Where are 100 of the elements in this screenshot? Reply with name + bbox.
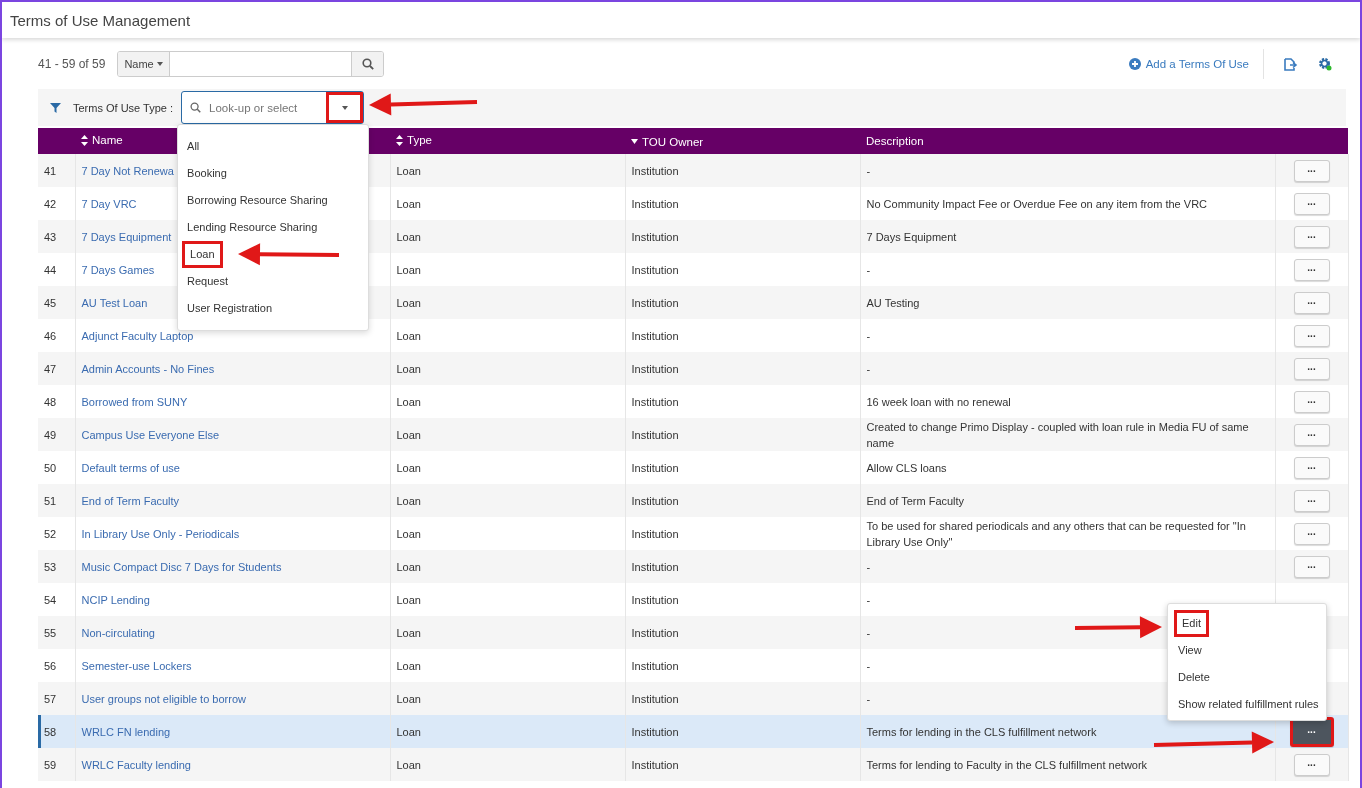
name-link[interactable]: WRLC FN lending xyxy=(81,725,171,738)
name-link[interactable]: NCIP Lending xyxy=(81,593,150,606)
row-actions-button[interactable]: ... xyxy=(1293,753,1330,776)
row-number: 48 xyxy=(44,395,57,408)
table-cell: Loan xyxy=(396,164,421,177)
table-cell: Loan xyxy=(396,659,421,672)
row-actions-button[interactable]: ... xyxy=(1293,555,1330,578)
row-number: 54 xyxy=(44,593,57,606)
row-number: 53 xyxy=(44,560,57,573)
row-number: 42 xyxy=(44,197,57,210)
dropdown-option[interactable]: All xyxy=(182,133,205,160)
name-link[interactable]: AU Test Loan xyxy=(81,296,148,309)
row-actions-button[interactable]: ... xyxy=(1293,489,1330,512)
name-link[interactable]: 7 Day Not Renewa xyxy=(81,164,174,177)
row-actions-button[interactable]: ... xyxy=(1293,324,1330,347)
table-cell: Loan xyxy=(396,395,421,408)
table-cell: Terms for lending to Faculty in the CLS fulfillment network xyxy=(866,758,1148,771)
table-cell: Institution xyxy=(631,296,679,309)
name-link[interactable]: End of Term Faculty xyxy=(81,494,180,507)
row-actions-button[interactable]: ... xyxy=(1293,159,1330,182)
menu-item[interactable]: Edit xyxy=(1174,610,1209,637)
row-actions-button[interactable]: ... xyxy=(1293,456,1330,479)
table-cell: Loan xyxy=(396,362,421,375)
add-link[interactable]: Add a Terms Of Use xyxy=(1128,58,1249,70)
name-link[interactable]: Adjunct Faculty Laptop xyxy=(81,329,194,342)
dropdown-option[interactable]: Borrowing Resource Sharing xyxy=(182,187,333,214)
table-cell: To be used for shared periodicals and any others that can be requested for "In Library Use Only" xyxy=(866,519,1246,548)
row-actions-button[interactable]: ... xyxy=(1293,423,1330,446)
row-actions-button[interactable]: ... xyxy=(1293,192,1330,215)
table-cell: - xyxy=(866,692,871,705)
column-header[interactable]: Type xyxy=(396,134,432,147)
row-actions-button[interactable]: ... xyxy=(1293,357,1330,380)
table-cell: Loan xyxy=(396,263,421,276)
name-link[interactable]: Admin Accounts - No Fines xyxy=(81,362,215,375)
name-link[interactable]: 7 Day VRC xyxy=(81,197,137,210)
row-actions-button[interactable]: ... xyxy=(1293,291,1330,314)
row-actions-button[interactable]: ... xyxy=(1293,390,1330,413)
name-link[interactable]: 7 Days Equipment xyxy=(81,230,172,243)
row-number: 45 xyxy=(44,296,57,309)
table-cell: - xyxy=(866,164,871,177)
table-cell: - xyxy=(866,626,871,639)
dropdown-option[interactable]: Request xyxy=(182,268,234,295)
name-link[interactable]: Semester-use Lockers xyxy=(81,659,192,672)
dropdown-option[interactable]: Loan xyxy=(182,241,223,268)
table-cell: Loan xyxy=(396,692,421,705)
menu-item[interactable]: Delete xyxy=(1174,664,1214,691)
table-cell: Institution xyxy=(631,758,679,771)
export-icon[interactable] xyxy=(1284,57,1298,71)
table-cell: Loan xyxy=(396,593,421,606)
row-actions-button[interactable]: ... xyxy=(1293,522,1330,545)
table-cell: Institution xyxy=(631,659,679,672)
row-number: 46 xyxy=(44,329,57,342)
column-header[interactable]: TOU Owner xyxy=(631,135,704,148)
column-header[interactable]: Name xyxy=(81,134,123,147)
name-link[interactable]: WRLC Faculty lending xyxy=(81,758,191,771)
dropdown-option[interactable]: Lending Resource Sharing xyxy=(182,214,323,241)
column-header[interactable]: Description xyxy=(866,135,924,147)
dropdown-toggle[interactable] xyxy=(326,92,364,123)
row-number: 51 xyxy=(44,494,57,507)
row-number: 47 xyxy=(44,362,57,375)
row-actions-button[interactable]: ... xyxy=(1293,225,1330,248)
table-cell: 16 week loan with no renewal xyxy=(866,395,1011,408)
name-link[interactable]: 7 Days Games xyxy=(81,263,155,276)
table-cell: - xyxy=(866,263,871,276)
table-cell: Institution xyxy=(631,428,679,441)
caret-icon xyxy=(341,105,348,110)
name-link[interactable]: In Library Use Only - Periodicals xyxy=(81,527,240,540)
table-cell: Loan xyxy=(396,461,421,474)
name-link[interactable]: Non-circulating xyxy=(81,626,155,639)
sort-icon xyxy=(396,134,403,146)
table-cell: - xyxy=(866,593,871,606)
row-number: 44 xyxy=(44,263,57,276)
sort-icon xyxy=(81,134,88,146)
table-cell: Loan xyxy=(396,758,421,771)
menu-item[interactable]: View xyxy=(1174,637,1206,664)
row-number: 58 xyxy=(44,725,57,738)
table-cell: 7 Days Equipment xyxy=(866,230,957,243)
settings-icon[interactable] xyxy=(1318,57,1332,71)
dropdown-option[interactable]: User Registration xyxy=(182,295,278,322)
table-cell: Created to change Primo Display - coupled with loan rule in Media FU of same name xyxy=(866,420,1249,449)
menu-item[interactable]: Show related fulfillment rules xyxy=(1174,691,1323,718)
table-cell: Institution xyxy=(631,362,679,375)
table-cell: Allow CLS loans xyxy=(866,461,947,474)
table-cell: - xyxy=(866,659,871,672)
page-title: Terms of Use Management xyxy=(10,11,191,29)
row-number: 49 xyxy=(44,428,57,441)
name-link[interactable]: Default terms of use xyxy=(81,461,180,474)
table-cell: Terms for lending in the CLS fulfillment network xyxy=(866,725,1097,738)
table-cell: Institution xyxy=(631,329,679,342)
name-link[interactable]: Borrowed from SUNY xyxy=(81,395,188,408)
filter-icon xyxy=(50,102,61,113)
dropdown-option[interactable]: Booking xyxy=(182,160,232,187)
table-cell: Institution xyxy=(631,263,679,276)
name-link[interactable]: Campus Use Everyone Else xyxy=(81,428,220,441)
row-number: 52 xyxy=(44,527,57,540)
table-cell: Institution xyxy=(631,692,679,705)
table-cell: Institution xyxy=(631,725,679,738)
row-actions-button[interactable]: ... xyxy=(1293,258,1330,281)
row-number: 57 xyxy=(44,692,57,705)
table-cell: Loan xyxy=(396,527,421,540)
